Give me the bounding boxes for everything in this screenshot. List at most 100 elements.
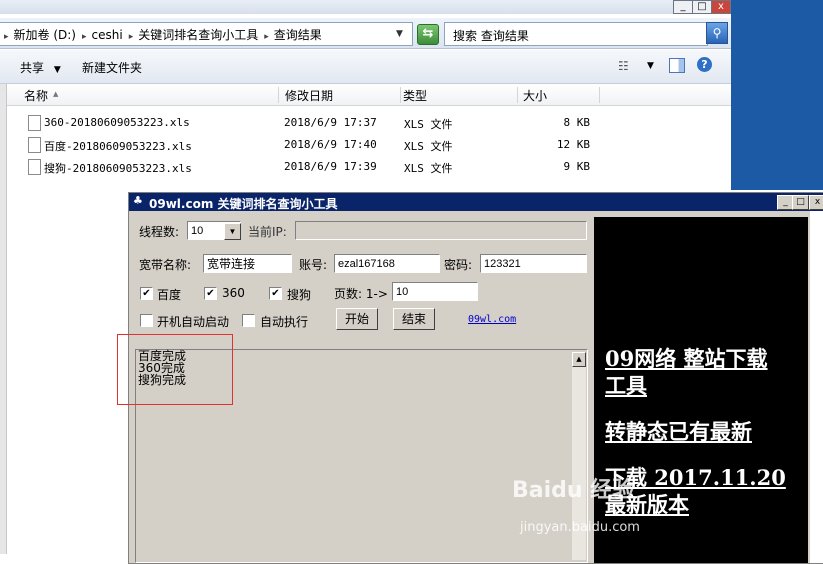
360-label: 360	[222, 286, 245, 300]
pages-field[interactable]: 10	[392, 282, 478, 301]
threads-select[interactable]: 10 ▼	[187, 221, 241, 240]
address-box[interactable]: ▸ 新加卷 (D:) ▸ ceshi ▸ 关键词排名查询小工具 ▸ 查询结果 ▼	[0, 22, 413, 46]
account-label: 账号:	[299, 258, 328, 272]
file-name: 百度-20180609053223.xls	[44, 140, 192, 153]
baidu-label: 百度	[157, 288, 182, 302]
file-date: 2018/6/9 17:40	[284, 138, 377, 151]
watermark-logo: Baidu 经验	[512, 478, 635, 503]
password-field[interactable]: 123321	[480, 254, 587, 273]
file-name: 搜狗-20180609053223.xls	[44, 162, 192, 175]
column-name[interactable]: 名称	[24, 87, 279, 103]
file-type: XLS 文件	[404, 140, 453, 153]
file-icon	[28, 137, 41, 153]
search-input[interactable]: 搜索 查询结果	[444, 22, 708, 46]
column-type-label: 类型	[403, 89, 428, 103]
new-folder-button[interactable]: 新建文件夹	[82, 59, 142, 76]
file-size: 12 KB	[556, 138, 590, 151]
file-type: XLS 文件	[404, 162, 453, 175]
breadcrumb: ▸ 新加卷 (D:) ▸ ceshi ▸ 关键词排名查询小工具 ▸ 查询结果	[2, 26, 326, 43]
ad-line[interactable]: 转静态已有最新	[605, 416, 752, 446]
chevron-right-icon: ▸	[4, 32, 9, 42]
autostart-label: 开机自动启动	[157, 315, 230, 329]
share-label: 共享	[20, 61, 45, 75]
broadband-field[interactable]: 宽带连接	[203, 254, 292, 273]
sogou-label: 搜狗	[287, 288, 312, 302]
file-date: 2018/6/9 17:37	[284, 116, 377, 129]
close-button[interactable]: x	[711, 0, 731, 14]
ad-line[interactable]: 09网络 整站下载	[605, 343, 768, 373]
tool-titlebar: ♣ 09wl.com 关键词排名查询小工具 _ □ x	[129, 193, 823, 211]
360-checkbox[interactable]: ✔	[204, 287, 217, 300]
address-bar-area: ▸ 新加卷 (D:) ▸ ceshi ▸ 关键词排名查询小工具 ▸ 查询结果 ▼ ⇆ 搜索 查…	[0, 18, 731, 49]
scroll-up-icon[interactable]: ▲	[572, 352, 586, 367]
file-icon	[28, 115, 41, 131]
account-field[interactable]: ezal167168	[334, 254, 440, 273]
desktop-background	[731, 0, 823, 190]
file-row[interactable]: 360-20180609053223.xls 2018/6/9 17:37 XL…	[20, 113, 620, 135]
pages-label: 页数: 1->	[334, 287, 388, 301]
share-button[interactable]: 共享 ▼	[20, 59, 61, 76]
window-title: 09wl.com 关键词排名查询小工具	[149, 197, 338, 211]
column-date[interactable]: 修改日期	[285, 87, 401, 103]
column-header: 名称 ▲ 修改日期 类型 大小	[7, 84, 731, 106]
website-link[interactable]: 09wl.com	[468, 314, 516, 325]
search-icon[interactable]: ⚲	[706, 22, 728, 44]
breadcrumb-item[interactable]: 新加卷 (D:)	[14, 28, 76, 42]
baidu-checkbox[interactable]: ✔	[140, 287, 153, 300]
file-name: 360-20180609053223.xls	[44, 116, 190, 129]
current-ip-field	[295, 221, 587, 240]
watermark-url: jingyan.baidu.com	[520, 520, 640, 535]
tool-right-edge	[810, 211, 823, 563]
autorun-label: 自动执行	[260, 315, 309, 329]
threads-value: 10	[191, 225, 204, 237]
start-button[interactable]: 开始	[336, 308, 378, 330]
column-date-label: 修改日期	[285, 89, 334, 103]
file-type: XLS 文件	[404, 118, 453, 131]
explorer-titlebar: _ □ x	[0, 0, 731, 14]
highlight-box	[117, 334, 233, 405]
search-placeholder: 搜索 查询结果	[453, 29, 529, 43]
breadcrumb-item[interactable]: 关键词排名查询小工具	[138, 28, 258, 42]
column-name-label: 名称	[24, 89, 49, 103]
minimize-button[interactable]: _	[673, 0, 693, 14]
current-ip-label: 当前IP:	[248, 225, 287, 239]
chevron-down-icon[interactable]: ▼	[224, 223, 241, 240]
broadband-label: 宽带名称:	[139, 258, 192, 272]
maximize-button[interactable]: □	[692, 0, 712, 14]
close-button[interactable]: x	[809, 195, 823, 210]
breadcrumb-item[interactable]: ceshi	[92, 28, 123, 42]
chevron-right-icon: ▸	[264, 32, 269, 42]
app-icon: ♣	[133, 194, 143, 207]
file-date: 2018/6/9 17:39	[284, 160, 377, 173]
stop-button[interactable]: 结束	[393, 308, 435, 330]
help-icon[interactable]: ?	[697, 57, 712, 72]
navigation-pane-edge	[0, 84, 7, 554]
view-options-icon[interactable]: ☷	[618, 59, 629, 73]
file-row[interactable]: 搜狗-20180609053223.xls 2018/6/9 17:39 XLS…	[20, 157, 620, 179]
refresh-button[interactable]: ⇆	[417, 24, 439, 45]
file-size: 9 KB	[563, 160, 591, 173]
file-size: 8 KB	[563, 116, 591, 129]
breadcrumb-item[interactable]: 查询结果	[274, 28, 322, 42]
column-size[interactable]: 大小	[523, 87, 600, 103]
chevron-down-icon[interactable]: ▼	[396, 29, 403, 39]
ad-line[interactable]: 工具	[605, 370, 647, 400]
column-size-label: 大小	[523, 89, 548, 103]
sogou-checkbox[interactable]: ✔	[269, 287, 282, 300]
chevron-right-icon: ▸	[82, 32, 87, 42]
ad-panel: 09网络 整站下载 工具 转静态已有最新 下载 2017.11.20 最新版本	[594, 217, 808, 563]
threads-label: 线程数:	[139, 225, 180, 239]
password-label: 密码:	[444, 258, 473, 272]
maximize-button[interactable]: □	[792, 195, 809, 210]
file-icon	[28, 159, 41, 175]
sort-up-icon: ▲	[53, 90, 59, 98]
explorer-toolbar: 共享 ▼ 新建文件夹 ☷ ▼ ?	[0, 50, 731, 84]
column-type[interactable]: 类型	[403, 87, 518, 103]
autostart-checkbox[interactable]	[140, 314, 153, 327]
chevron-down-icon[interactable]: ▼	[647, 61, 654, 71]
chevron-right-icon: ▸	[128, 32, 134, 42]
autorun-checkbox[interactable]	[242, 314, 255, 327]
preview-pane-icon[interactable]	[669, 58, 685, 73]
chevron-down-icon: ▼	[53, 65, 61, 75]
file-row[interactable]: 百度-20180609053223.xls 2018/6/9 17:40 XLS…	[20, 135, 620, 157]
